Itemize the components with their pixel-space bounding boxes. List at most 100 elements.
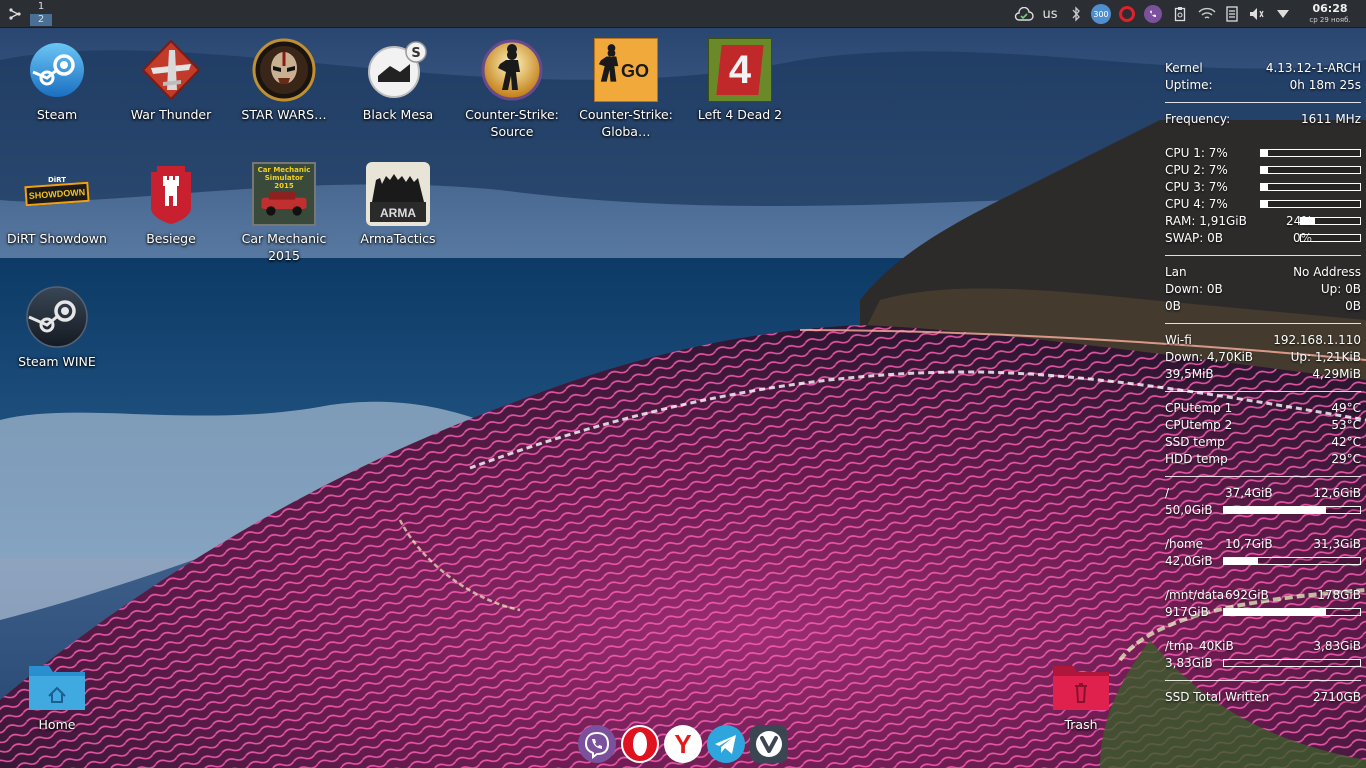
telegram-icon[interactable] [707, 725, 745, 763]
desktop-icon-cs-go[interactable]: GO Counter-Strike: Globa… [574, 38, 678, 140]
desktop-icon-car-mechanic[interactable]: Car Mechanic Simulator 2015 Car Mechanic… [232, 162, 336, 264]
ssd-written-row: SSD Total Written 2710GB [1165, 689, 1361, 706]
desktop-icon-cs-source[interactable]: Counter-Strike: Source [460, 38, 564, 140]
temp-row: HDD temp 29°C [1165, 451, 1361, 468]
steam-icon [25, 38, 89, 102]
yandex-browser-icon[interactable]: Y [664, 725, 702, 763]
disk-used: 37,4GiB [1225, 486, 1273, 500]
workspace-1[interactable]: 1 [30, 1, 52, 13]
desktop-icon-label: War Thunder [130, 107, 212, 122]
lan-speed-row: Down: 0B Up: 0B [1165, 281, 1361, 298]
desktop-icon-label: Counter-Strike: Globa… [579, 107, 673, 139]
disk-free: 31,3GiB [1313, 537, 1361, 551]
wifi-icon[interactable] [1195, 0, 1219, 28]
car-mechanic-icon: Car Mechanic Simulator 2015 [252, 162, 316, 226]
cpu-label: CPU 4: 7% [1165, 197, 1228, 211]
viber-tray-icon[interactable] [1142, 0, 1164, 28]
counter-strike-go-icon: GO [594, 38, 658, 102]
separator [1165, 323, 1361, 324]
counter-badge-icon[interactable]: 300 [1090, 0, 1112, 28]
besiege-icon [139, 162, 203, 226]
cpu-label: CPU 2: 7% [1165, 163, 1228, 177]
disk-tmp-row: /tmp 40KiB 3,83GiB [1165, 638, 1361, 655]
lan-up: Up: 0B [1320, 282, 1361, 296]
workspace-2[interactable]: 2 [30, 14, 52, 26]
desktop-icon-trash[interactable]: Trash [1029, 660, 1133, 733]
disk-free: 3,83GiB [1313, 639, 1361, 653]
separator [1165, 255, 1361, 256]
wifi-address: 192.168.1.110 [1273, 333, 1361, 347]
temp-value: 53°C [1331, 418, 1361, 432]
cpu-label: CPU 1: 7% [1165, 146, 1228, 160]
volume-icon[interactable] [1246, 0, 1268, 28]
desktop-icon-label: STAR WARS… [241, 107, 327, 122]
svg-text:S: S [411, 46, 420, 61]
cpu-bar [1260, 166, 1361, 174]
temp-row: SSD temp 42°C [1165, 434, 1361, 451]
counter-badge-value: 300 [1091, 4, 1111, 24]
desktop-icon-steam[interactable]: Steam [5, 38, 109, 123]
black-mesa-icon: S [366, 38, 430, 102]
temp-value: 42°C [1331, 435, 1361, 449]
opera-icon[interactable] [621, 725, 659, 763]
ssd-written-value: 2710GB [1312, 690, 1361, 704]
desktop-icon-label: Black Mesa [362, 107, 434, 122]
separator [1165, 680, 1361, 681]
disk-size: 3,83GiB [1165, 656, 1213, 670]
cpu1-row: CPU 1: 7% [1165, 145, 1361, 162]
arma-tactics-icon: ARMA [366, 162, 430, 226]
bluetooth-icon[interactable] [1067, 0, 1085, 28]
desktop-icon-besiege[interactable]: Besiege [119, 162, 223, 247]
desktop-icon-label: Car Mechanic 2015 [241, 231, 327, 263]
app-launcher-icon[interactable] [4, 0, 26, 28]
disk-mount: /home [1165, 537, 1204, 551]
disk-root-size-row: 50,0GiB [1165, 502, 1361, 519]
desktop-icon-steam-wine[interactable]: Steam WINE [5, 285, 109, 370]
l4d2-logo-text: 4 [728, 48, 752, 92]
keyboard-layout[interactable]: us [1038, 0, 1062, 28]
dirt-logo-text: SHOWDOWN [24, 181, 90, 207]
clock[interactable]: 06:28 ср 29 нояб. [1302, 2, 1358, 25]
swap-bar [1300, 234, 1361, 242]
lan-total-up: 0B [1345, 299, 1361, 313]
cpu-label: CPU 3: 7% [1165, 180, 1228, 194]
lan-row: Lan No Address [1165, 264, 1361, 281]
cloud-icon[interactable] [1013, 0, 1035, 28]
disk-free: 12,6GiB [1313, 486, 1361, 500]
swap-row: SWAP: 0B 0% [1165, 230, 1361, 247]
arrow-down-icon[interactable] [1272, 0, 1294, 28]
disk-bar [1223, 608, 1361, 616]
desktop-icon-dirt-showdown[interactable]: DiRT SHOWDOWN DiRT Showdown [5, 162, 109, 247]
kernel-row: Kernel 4.13.12-1-ARCH [1165, 60, 1361, 77]
desktop-icon-home[interactable]: Home [5, 660, 109, 733]
disk-mount: /tmp [1165, 639, 1194, 653]
desktop-icon-war-thunder[interactable]: War Thunder [119, 38, 223, 123]
lan-address: No Address [1293, 265, 1361, 279]
viber-icon[interactable] [578, 725, 616, 763]
swap-label: SWAP: 0B [1165, 231, 1223, 245]
desktop-icon-black-mesa[interactable]: S Black Mesa [346, 38, 450, 123]
workspace-pager[interactable]: 1 2 [30, 1, 52, 26]
temp-row: CPUtemp 2 53°C [1165, 417, 1361, 434]
clipboard-icon[interactable] [1170, 0, 1190, 28]
desktop-icon-label: DiRT Showdown [7, 231, 107, 246]
temp-label: CPUtemp 1 [1165, 401, 1233, 415]
disk-mount: / [1165, 486, 1170, 500]
lan-down: Down: 0B [1165, 282, 1223, 296]
separator [1165, 391, 1361, 392]
cpu-bar [1260, 200, 1361, 208]
wifi-down: Down: 4,70KiB [1165, 350, 1254, 364]
notes-icon[interactable] [1222, 0, 1242, 28]
desktop-icon-left4dead2[interactable]: 4 Left 4 Dead 2 [688, 38, 792, 123]
temp-label: CPUtemp 2 [1165, 418, 1233, 432]
top-panel: 1 2 us 300 06:28 ср 29 нояб. [0, 0, 1366, 28]
desktop-icon-label: Counter-Strike: Source [465, 107, 559, 139]
vivaldi-icon[interactable] [750, 725, 788, 763]
disk-used: 10,7GiB [1225, 537, 1273, 551]
desktop-icon-star-wars[interactable]: STAR WARS… [232, 38, 336, 123]
opera-tray-icon[interactable] [1116, 0, 1138, 28]
home-folder-icon [27, 660, 87, 712]
disk-used: 692GiB [1225, 588, 1269, 602]
ram-label: RAM: 1,91GiB [1165, 214, 1247, 228]
desktop-icon-armatactics[interactable]: ARMA ArmaTactics [346, 162, 450, 247]
